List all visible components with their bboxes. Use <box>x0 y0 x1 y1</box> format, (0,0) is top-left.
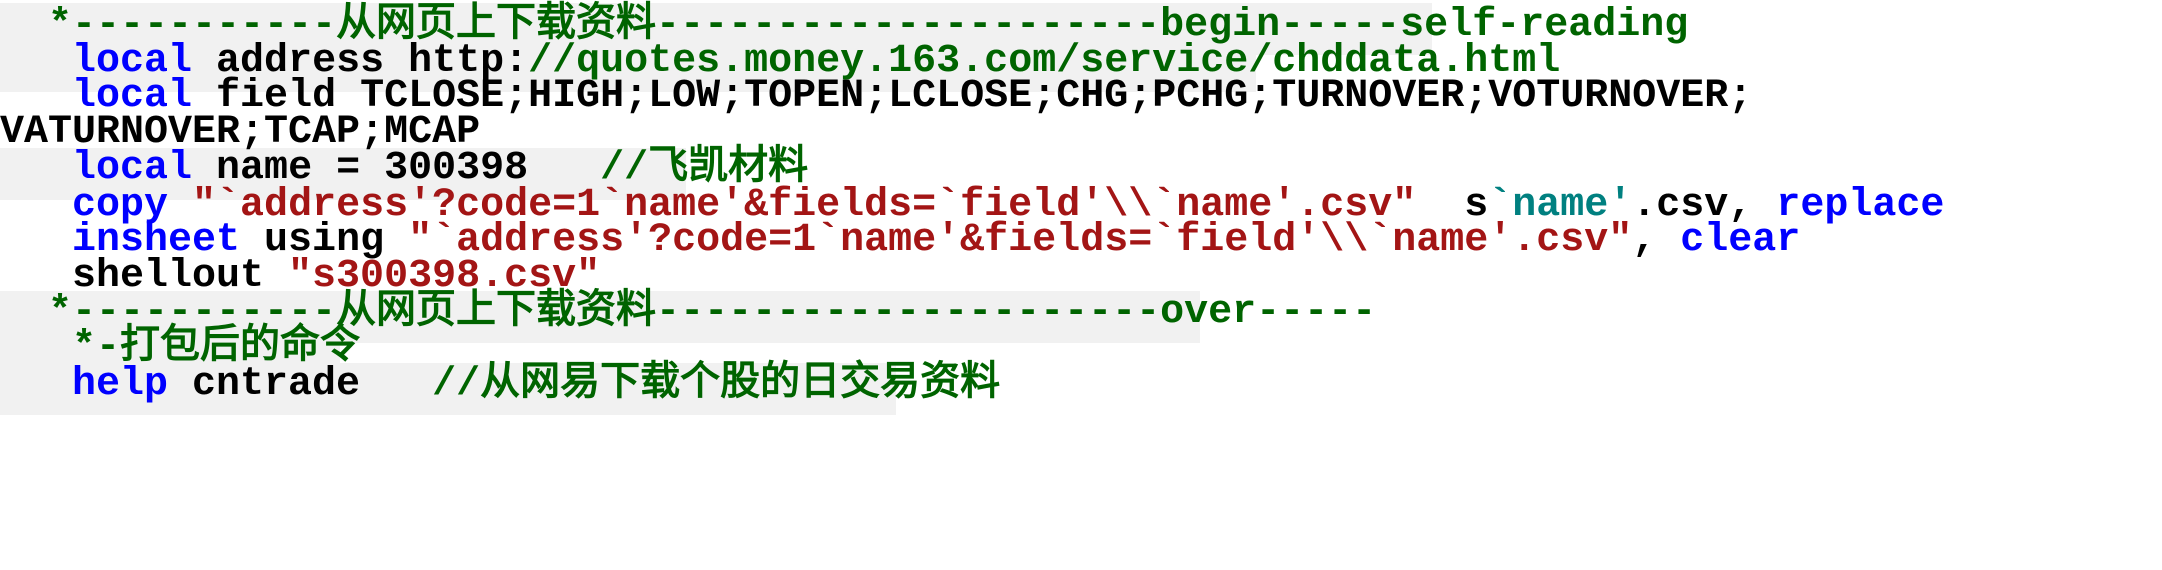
code-token-cmt: //从网易下载个股的日交易资料 <box>432 362 1001 407</box>
code-token-txt: , <box>1632 218 1681 263</box>
code-token-kw: clear <box>1680 218 1801 263</box>
code-token-kw: replace <box>1776 183 1945 228</box>
code-token-txt: cntrade <box>168 362 433 407</box>
code-editor: *-----------从网页上下载资料--------------------… <box>0 0 2162 570</box>
code-line-11: help cntrade //从网易下载个股的日交易资料 <box>0 360 1000 410</box>
code-token-kw: help <box>72 362 169 407</box>
